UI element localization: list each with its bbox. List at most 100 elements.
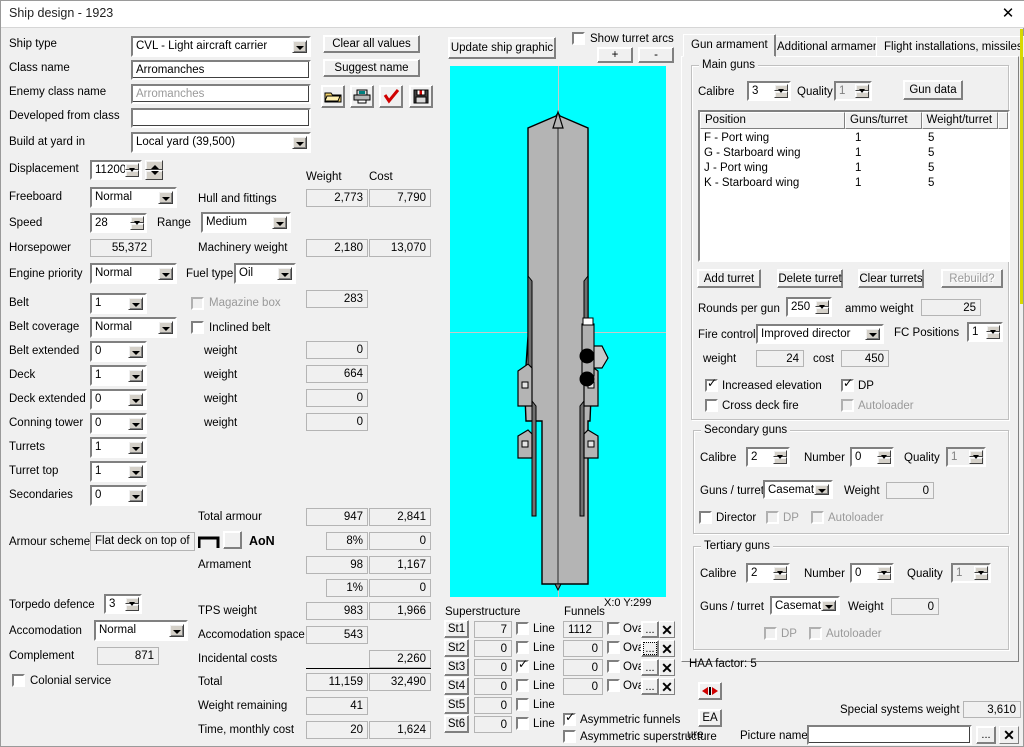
main-quality-stepper[interactable] — [855, 84, 869, 98]
tertiary-calibre-input[interactable]: 2 — [746, 563, 790, 583]
rounds-per-gun-stepper[interactable] — [815, 300, 829, 314]
superstructure-button-6[interactable]: St6 — [444, 715, 469, 733]
fire-control-select[interactable]: Improved director — [756, 324, 884, 344]
fuel-type-select[interactable]: Oil — [234, 263, 296, 284]
armour-scheme-button[interactable] — [223, 531, 242, 549]
tertiary-calibre-stepper[interactable] — [773, 566, 787, 580]
main-calibre-stepper[interactable] — [774, 84, 788, 98]
cross-deck-fire-checkbox[interactable] — [705, 399, 718, 412]
secondary-number-input[interactable]: 0 — [850, 447, 894, 467]
secondary-calibre-stepper[interactable] — [773, 450, 787, 464]
secondaries-select[interactable]: 0 — [90, 485, 147, 506]
range-select[interactable]: Medium — [201, 212, 291, 233]
table-row[interactable]: K - Starboard wing 1 5 — [700, 176, 1008, 191]
belt-extended-select[interactable]: 0 — [90, 341, 147, 362]
funnel-delete-button-2[interactable]: ✕ — [659, 640, 675, 657]
chevron-down-icon[interactable] — [128, 297, 143, 310]
belt-coverage-select[interactable]: Normal — [90, 317, 177, 338]
superstructure-line-checkbox-6[interactable] — [516, 717, 529, 730]
left-right-arrows-icon[interactable] — [698, 682, 722, 700]
funnel-browse-button-3[interactable]: ... — [641, 659, 659, 676]
suggest-name-button[interactable]: Suggest name — [323, 59, 420, 77]
chevron-down-icon[interactable] — [158, 191, 173, 204]
funnel-oval-checkbox-1[interactable] — [607, 622, 620, 635]
secondary-quality-input[interactable]: 1 — [946, 447, 986, 467]
secondary-director-checkbox[interactable] — [699, 511, 712, 524]
main-quality-input[interactable]: 1 — [834, 81, 872, 101]
fc-positions-input[interactable]: 1 — [967, 322, 1003, 342]
enemy-class-input[interactable]: Arromanches — [131, 84, 311, 104]
close-button[interactable]: ✕ — [999, 5, 1017, 23]
torpedo-defence-input[interactable]: 3 — [104, 594, 142, 614]
funnel-oval-checkbox-2[interactable] — [607, 641, 620, 654]
ship-graphic-canvas[interactable] — [450, 66, 666, 597]
funnel-oval-checkbox-3[interactable] — [607, 660, 620, 673]
conning-tower-select[interactable]: 0 — [90, 413, 147, 434]
chevron-down-icon[interactable] — [128, 417, 143, 430]
accomodation-select[interactable]: Normal — [94, 620, 188, 641]
delete-turret-button[interactable]: Delete turret — [777, 269, 843, 288]
main-calibre-input[interactable]: 3 — [747, 81, 791, 101]
zoom-out-button[interactable]: - — [638, 47, 674, 63]
tertiary-guns-turret-select[interactable]: Casemate: — [770, 596, 840, 615]
superstructure-button-5[interactable]: St5 — [444, 696, 469, 714]
secondary-guns-turret-select[interactable]: Casemate: — [763, 480, 833, 499]
chevron-down-icon[interactable] — [865, 328, 880, 340]
picture-clear-button[interactable]: ✕ — [999, 726, 1019, 744]
asymmetric-superstructure-checkbox[interactable] — [563, 730, 576, 743]
chevron-down-icon[interactable] — [292, 136, 307, 149]
colonial-service-checkbox[interactable] — [12, 674, 25, 687]
tertiary-quality-stepper[interactable] — [974, 566, 988, 580]
freeboard-select[interactable]: Normal — [90, 187, 177, 208]
red-check-icon[interactable] — [379, 85, 403, 108]
chevron-down-icon[interactable] — [169, 624, 184, 637]
chevron-down-icon[interactable] — [128, 393, 143, 406]
secondary-quality-stepper[interactable] — [969, 450, 983, 464]
picture-browse-button[interactable]: ... — [976, 726, 996, 744]
superstructure-line-checkbox-4[interactable] — [516, 679, 529, 692]
funnel-delete-button-4[interactable]: ✕ — [659, 678, 675, 695]
ship-type-select[interactable]: CVL - Light aircraft carrier — [131, 36, 311, 57]
tertiary-quality-input[interactable]: 1 — [951, 563, 991, 583]
secondary-number-stepper[interactable] — [877, 450, 891, 464]
engine-priority-select[interactable]: Normal — [90, 263, 177, 284]
open-folder-icon[interactable] — [321, 85, 345, 108]
clear-all-values-button[interactable]: Clear all values — [323, 35, 420, 53]
torpedo-defence-stepper[interactable] — [125, 597, 139, 611]
superstructure-line-checkbox-3[interactable] — [516, 658, 529, 673]
superstructure-button-4[interactable]: St4 — [444, 677, 469, 695]
deck-extended-select[interactable]: 0 — [90, 389, 147, 410]
main-dp-checkbox[interactable] — [841, 377, 854, 392]
superstructure-line-checkbox-5[interactable] — [516, 698, 529, 711]
chevron-down-icon[interactable] — [128, 345, 143, 358]
superstructure-line-checkbox-1[interactable] — [516, 622, 529, 635]
printer-icon[interactable] — [350, 85, 374, 108]
speed-stepper[interactable] — [130, 216, 144, 230]
superstructure-button-3[interactable]: St3 — [444, 658, 469, 676]
belt-select[interactable]: 1 — [90, 293, 147, 314]
chevron-down-icon[interactable] — [277, 267, 292, 280]
table-row[interactable]: F - Port wing 1 5 — [700, 131, 1008, 146]
speed-input[interactable]: 28 — [90, 213, 147, 233]
table-row[interactable]: G - Starboard wing 1 5 — [700, 146, 1008, 161]
tab-additional-armament[interactable]: Additional armament — [769, 36, 891, 57]
chevron-down-icon[interactable] — [158, 267, 173, 280]
picture-name-input[interactable] — [807, 725, 972, 745]
update-ship-graphic-button[interactable]: Update ship graphic — [448, 37, 556, 59]
deck-select[interactable]: 1 — [90, 365, 147, 386]
funnel-delete-button-1[interactable]: ✕ — [659, 621, 675, 638]
developed-from-input[interactable] — [131, 108, 311, 128]
displacement-input[interactable]: 11200 — [90, 160, 142, 180]
funnel-oval-checkbox-4[interactable] — [607, 679, 620, 692]
funnel-browse-button-2[interactable]: ... — [641, 640, 659, 657]
turret-top-select[interactable]: 1 — [90, 461, 147, 482]
ea-button[interactable]: EA — [698, 709, 722, 727]
chevron-down-icon[interactable] — [821, 600, 836, 611]
funnel-browse-button-1[interactable]: ... — [641, 621, 659, 638]
floppy-save-icon[interactable] — [409, 85, 433, 108]
funnel-delete-button-3[interactable]: ✕ — [659, 659, 675, 676]
show-turret-arcs-checkbox[interactable] — [572, 32, 585, 45]
chevron-down-icon[interactable] — [128, 489, 143, 502]
zoom-in-button[interactable]: + — [597, 47, 633, 63]
fc-positions-stepper[interactable] — [986, 325, 1000, 339]
